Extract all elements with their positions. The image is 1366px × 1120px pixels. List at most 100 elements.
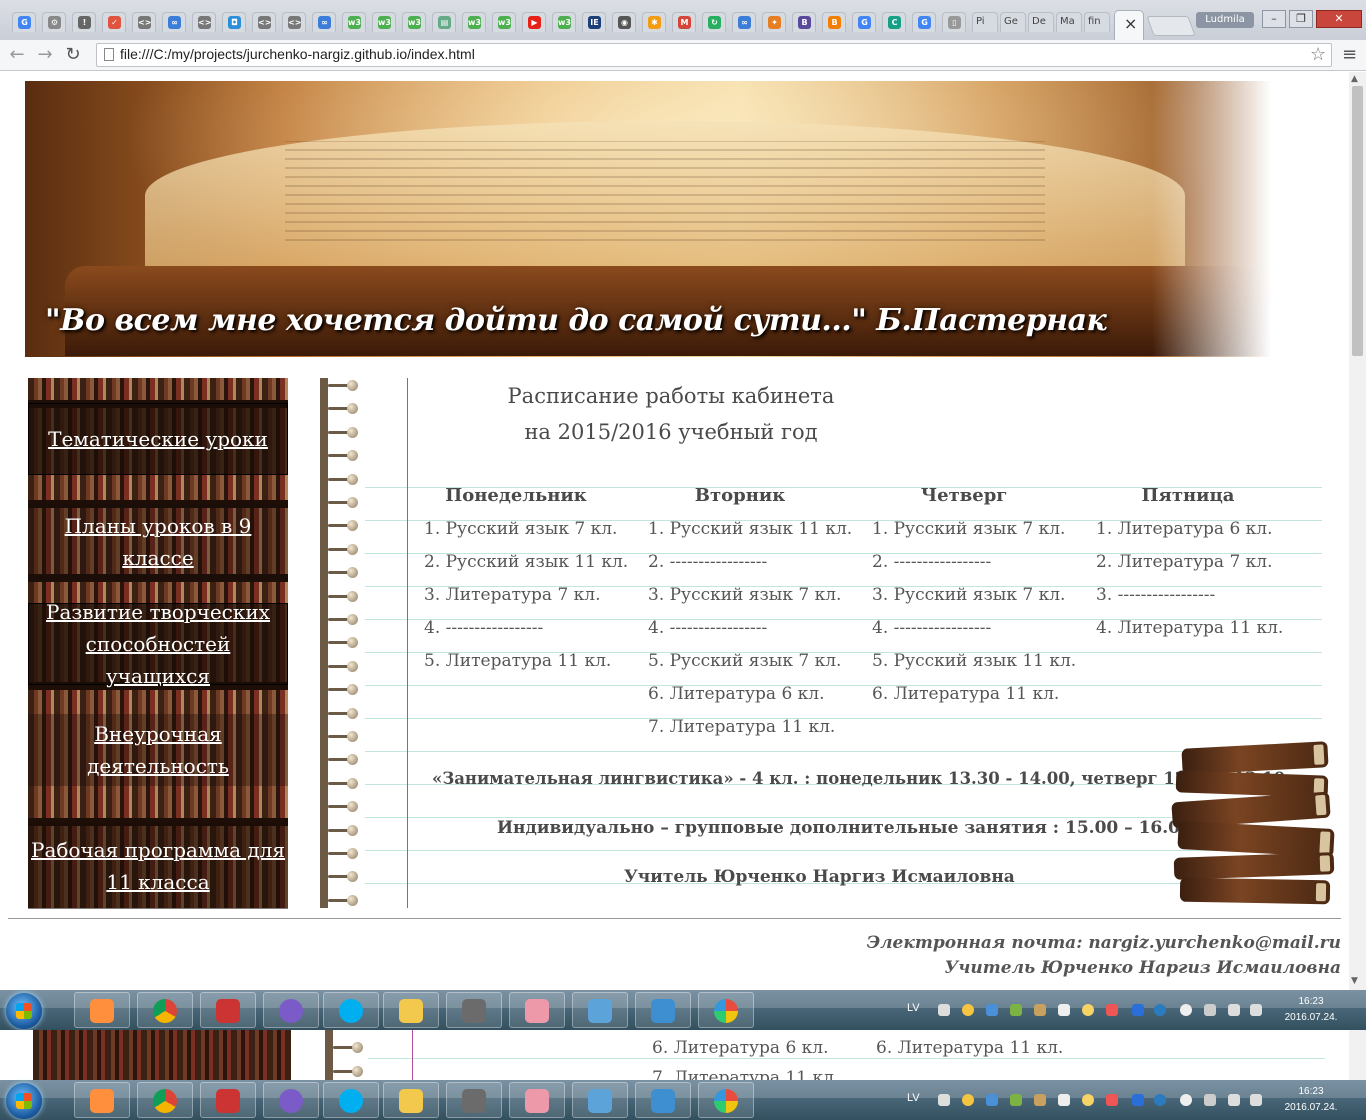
tab-ieee[interactable]: IE — [582, 12, 606, 32]
sidebar-item-thematic-lessons[interactable]: Тематические уроки — [28, 403, 288, 475]
clock-date[interactable]: 2016.07.24. — [1276, 1102, 1346, 1114]
sidebar-item-lesson-plans-9[interactable]: Планы уроков в 9 классе — [28, 504, 288, 580]
taskbar-download[interactable] — [200, 1082, 256, 1118]
new-tab-button[interactable] — [1146, 16, 1196, 36]
tray-app-icon[interactable] — [1106, 1094, 1118, 1106]
tab-link-2[interactable]: ∞ — [312, 12, 336, 32]
tab-w3-2[interactable]: w3 — [372, 12, 396, 32]
start-button[interactable] — [6, 993, 42, 1029]
tab-ge[interactable]: Ge — [1000, 12, 1026, 32]
tray-app-icon[interactable] — [1204, 1004, 1216, 1016]
taskbar-photo-viewer[interactable] — [635, 1082, 691, 1118]
tray-app-icon[interactable] — [1034, 1094, 1046, 1106]
taskbar-gimp[interactable] — [446, 1082, 502, 1118]
taskbar-maps[interactable] — [572, 1082, 628, 1118]
scrollbar-thumb[interactable] — [1352, 86, 1363, 356]
tab-gmail[interactable]: M — [672, 12, 696, 32]
volume-icon[interactable] — [938, 1094, 950, 1106]
tab-link-3[interactable]: ∞ — [732, 12, 756, 32]
menu-icon[interactable]: ≡ — [1342, 44, 1357, 65]
bluetooth-icon[interactable] — [1132, 1004, 1144, 1016]
profile-button[interactable]: Ludmila — [1196, 12, 1254, 28]
sidebar-item-creative-abilities[interactable]: Развитие творческих способностей учащихс… — [28, 600, 288, 688]
clock-time[interactable]: 16:23 — [1276, 1086, 1346, 1097]
tab-cat[interactable]: ✦ — [762, 12, 786, 32]
tray-app-icon[interactable] — [1180, 1004, 1192, 1016]
tray-app-icon[interactable] — [1082, 1004, 1094, 1016]
tray-app-icon[interactable] — [986, 1094, 998, 1106]
tab-code-3[interactable]: <> — [252, 12, 276, 32]
tab-code[interactable]: <> — [132, 12, 156, 32]
scroll-up-arrow-icon[interactable]: ▲ — [1351, 74, 1358, 84]
tab-pocket[interactable]: ✓ — [102, 12, 126, 32]
tab-ma[interactable]: Ma — [1056, 12, 1082, 32]
taskbar-paint[interactable] — [509, 992, 565, 1028]
sidebar-item-label[interactable]: Планы уроков в 9 классе — [29, 510, 287, 574]
scrollbar-track[interactable] — [1349, 1030, 1366, 1080]
tab-google-3[interactable]: G — [912, 12, 936, 32]
tab-b[interactable]: B — [792, 12, 816, 32]
tray-app-icon[interactable] — [986, 1004, 998, 1016]
tab-code-2[interactable]: <> — [192, 12, 216, 32]
tray-app-icon[interactable] — [962, 1094, 974, 1106]
taskbar-github[interactable] — [263, 1082, 319, 1118]
start-button[interactable] — [6, 1083, 42, 1119]
back-arrow-icon[interactable]: ← — [6, 44, 28, 66]
tray-app-icon[interactable] — [962, 1004, 974, 1016]
power-icon[interactable] — [1250, 1004, 1262, 1016]
taskbar-maps[interactable] — [572, 992, 628, 1028]
window-close-button[interactable]: ✕ — [1316, 10, 1362, 28]
tab-photo[interactable]: ◘ — [222, 12, 246, 32]
forward-arrow-icon[interactable]: → — [34, 44, 56, 66]
sync-icon[interactable] — [1154, 1004, 1166, 1016]
sidebar-item-work-program-11[interactable]: Рабочая программа для 11 класса — [28, 823, 288, 909]
tab-w3-3[interactable]: w3 — [402, 12, 426, 32]
tab-w3[interactable]: w3 — [342, 12, 366, 32]
taskbar-download[interactable] — [200, 992, 256, 1028]
scroll-down-arrow-icon[interactable]: ▼ — [1351, 976, 1358, 986]
taskbar-explorer[interactable] — [383, 1082, 439, 1118]
taskbar-github[interactable] — [263, 992, 319, 1028]
tab-c[interactable]: C — [882, 12, 906, 32]
tab-doc[interactable]: ▤ — [432, 12, 456, 32]
tab-w3-5[interactable]: w3 — [492, 12, 516, 32]
tray-app-icon[interactable] — [1034, 1004, 1046, 1016]
tab-code-4[interactable]: <> — [282, 12, 306, 32]
sidebar-item-label[interactable]: Рабочая программа для 11 класса — [29, 834, 287, 898]
sidebar-item-label[interactable]: Внеурочная деятельность — [29, 718, 287, 782]
tab-refresh[interactable]: ↻ — [702, 12, 726, 32]
tab-pi[interactable]: Pi — [972, 12, 998, 32]
taskbar-picasa[interactable] — [698, 992, 754, 1028]
tab-w3-6[interactable]: w3 — [552, 12, 576, 32]
power-icon[interactable] — [1250, 1094, 1262, 1106]
signal-icon[interactable] — [1228, 1094, 1240, 1106]
taskbar-picasa[interactable] — [698, 1082, 754, 1118]
tray-app-icon[interactable] — [1106, 1004, 1118, 1016]
url-text[interactable]: file:///C:/my/projects/jurchenko-nargiz.… — [120, 46, 475, 62]
tab-google-2[interactable]: G — [852, 12, 876, 32]
taskbar-sublime[interactable] — [74, 992, 130, 1028]
tab-de[interactable]: De — [1028, 12, 1054, 32]
close-tab-icon[interactable]: × — [1124, 14, 1137, 33]
sidebar-item-label[interactable]: Тематические уроки — [48, 423, 268, 455]
tray-app-icon[interactable] — [1010, 1094, 1022, 1106]
bluetooth-icon[interactable] — [1132, 1094, 1144, 1106]
tab-star[interactable]: ✱ — [642, 12, 666, 32]
dropbox-icon[interactable] — [1058, 1094, 1070, 1106]
sidebar-item-extracurricular[interactable]: Внеурочная деятельность — [28, 714, 288, 786]
signal-icon[interactable] — [1228, 1004, 1240, 1016]
tray-app-icon[interactable] — [1204, 1094, 1216, 1106]
tab-blogger[interactable]: B — [822, 12, 846, 32]
taskbar-paint[interactable] — [509, 1082, 565, 1118]
taskbar-chrome[interactable] — [137, 1082, 193, 1118]
dropbox-icon[interactable] — [1058, 1004, 1070, 1016]
language-indicator[interactable]: LV — [907, 1092, 920, 1104]
reload-icon[interactable]: ↻ — [62, 44, 84, 66]
taskbar-skype[interactable] — [323, 1082, 379, 1118]
tray-app-icon[interactable] — [1082, 1094, 1094, 1106]
volume-icon[interactable] — [938, 1004, 950, 1016]
active-tab[interactable]: × — [1114, 10, 1144, 40]
tab-warning[interactable]: ! — [72, 12, 96, 32]
taskbar-photo-viewer[interactable] — [635, 992, 691, 1028]
bookmark-star-icon[interactable]: ☆ — [1310, 44, 1326, 65]
